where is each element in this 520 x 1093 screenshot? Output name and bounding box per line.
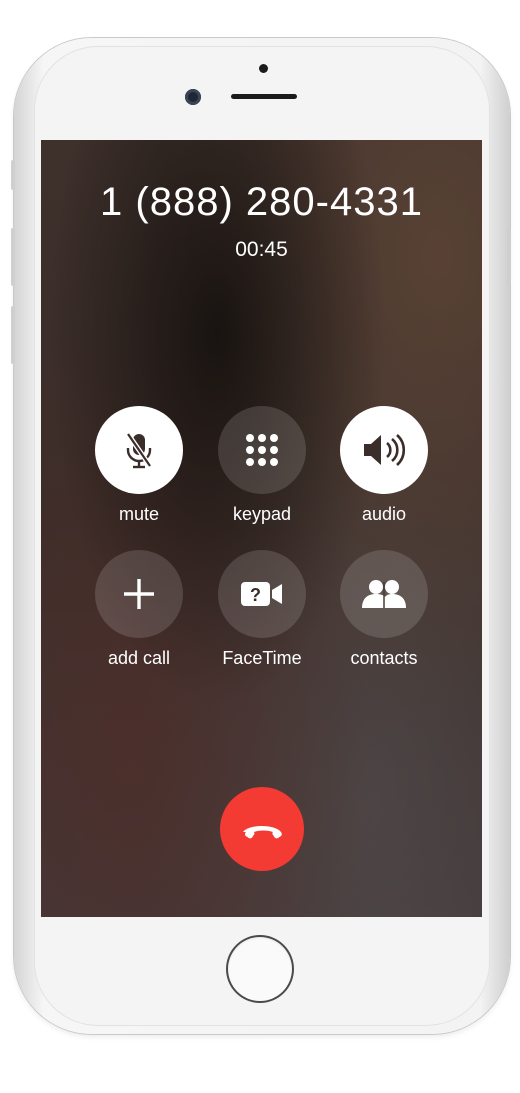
audio-button[interactable] (340, 406, 428, 494)
add-call-button[interactable] (95, 550, 183, 638)
facetime-video-icon: ? (241, 582, 282, 606)
front-camera (185, 89, 201, 105)
contacts-label: contacts (350, 648, 418, 668)
home-button[interactable] (228, 937, 292, 1001)
speaker-icon (364, 434, 406, 466)
caller-number: 1 (888) 280-4331 (100, 180, 423, 224)
side-switch (11, 160, 15, 190)
audio-label: audio (361, 504, 407, 524)
call-timer: 00:45 (235, 238, 288, 261)
contacts-button[interactable] (340, 550, 428, 638)
svg-text:?: ? (250, 585, 261, 605)
add-call-label: add call (107, 648, 171, 668)
keypad-button[interactable] (218, 406, 306, 494)
facetime-button[interactable]: ? (218, 550, 306, 638)
plus-icon (124, 579, 154, 609)
volume-up-button (11, 228, 15, 286)
earpiece-speaker (231, 94, 297, 99)
end-call-button[interactable] (220, 787, 304, 871)
power-button (507, 228, 511, 286)
keypad-label: keypad (232, 504, 292, 524)
facetime-label: FaceTime (222, 648, 302, 668)
microphone-slash-icon (125, 432, 153, 469)
proximity-sensor (259, 64, 268, 73)
end-call-phone-icon (243, 826, 282, 839)
call-screen: 1 (888) 280-4331 00:45 mute keypad audio… (41, 140, 482, 917)
mute-button[interactable] (95, 406, 183, 494)
keypad-grid-icon (246, 434, 278, 466)
contacts-icon (362, 580, 406, 608)
volume-down-button (11, 306, 15, 364)
mute-label: mute (118, 504, 160, 524)
